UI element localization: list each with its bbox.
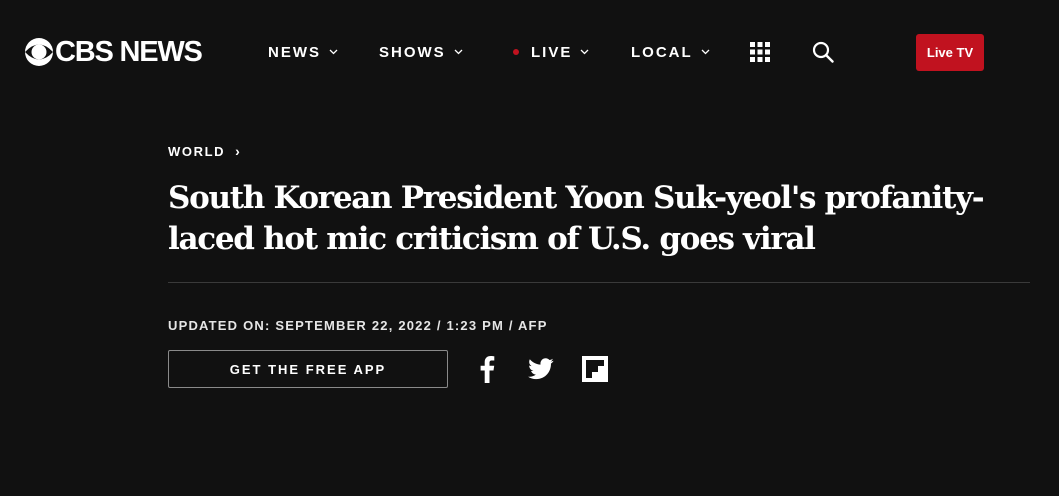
breadcrumb-section: WORLD bbox=[168, 143, 226, 159]
twitter-share-button[interactable] bbox=[528, 355, 554, 383]
nav-item-shows[interactable]: SHOWS bbox=[379, 40, 463, 64]
logo-wordmark: CBS NEWS bbox=[55, 36, 203, 68]
cbs-eye-icon bbox=[25, 38, 53, 66]
twitter-icon bbox=[528, 358, 554, 380]
chevron-down-icon bbox=[580, 49, 589, 55]
nav-local-label: LOCAL bbox=[631, 43, 693, 61]
flipboard-icon bbox=[582, 356, 608, 382]
facebook-share-button[interactable] bbox=[479, 355, 495, 383]
grid-icon[interactable] bbox=[750, 42, 770, 62]
nav-item-news[interactable]: NEWS bbox=[268, 40, 338, 64]
chevron-right-icon: › bbox=[235, 143, 240, 159]
get-free-app-button[interactable]: GET THE FREE APP bbox=[168, 350, 448, 388]
nav-item-live[interactable]: LIVE bbox=[513, 40, 589, 64]
facebook-icon bbox=[480, 356, 495, 383]
live-tv-button[interactable]: Live TV bbox=[916, 34, 984, 71]
article-headline: South Korean President Yoon Suk-yeol's p… bbox=[168, 180, 985, 257]
nav-shows-label: SHOWS bbox=[379, 43, 446, 61]
nav-live-label: LIVE bbox=[531, 43, 573, 61]
breadcrumb[interactable]: WORLD › bbox=[168, 143, 240, 159]
chevron-down-icon bbox=[329, 49, 338, 55]
article-byline: UPDATED ON: SEPTEMBER 22, 2022 / 1:23 PM… bbox=[168, 318, 548, 333]
headline-divider bbox=[168, 282, 1030, 283]
top-navigation-bar: CBS NEWS NEWS SHOWS LIVE LOCAL Live TV bbox=[0, 0, 1059, 104]
live-indicator-dot bbox=[513, 49, 519, 55]
chevron-down-icon bbox=[701, 49, 710, 55]
cbs-news-logo[interactable]: CBS NEWS bbox=[24, 36, 203, 68]
chevron-down-icon bbox=[454, 49, 463, 55]
flipboard-share-button[interactable] bbox=[582, 355, 608, 383]
search-icon[interactable] bbox=[812, 41, 834, 63]
nav-item-local[interactable]: LOCAL bbox=[631, 40, 710, 64]
nav-news-label: NEWS bbox=[268, 43, 321, 61]
